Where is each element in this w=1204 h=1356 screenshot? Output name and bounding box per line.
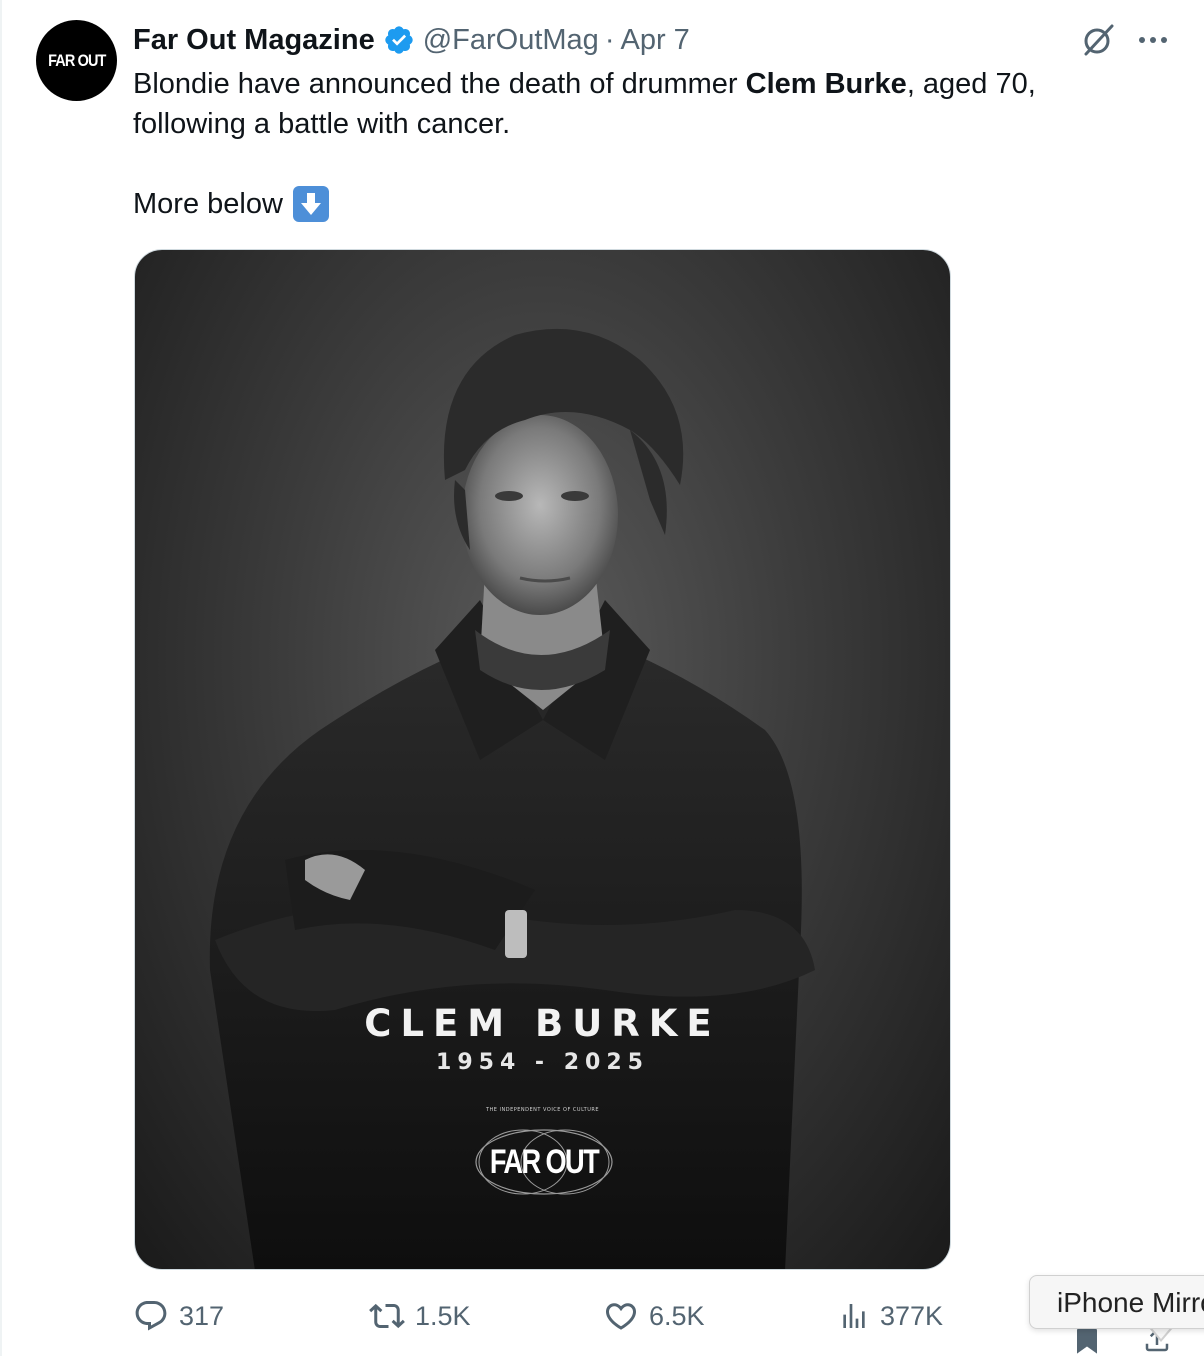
more-below-line: More below [133,184,329,224]
user-handle[interactable]: @FarOutMag [423,24,599,57]
avatar[interactable]: FAR OUT [36,20,117,101]
avatar-logo-text: FAR OUT [47,50,106,70]
separator-dot: · [604,23,615,56]
repost-button[interactable]: 1.5K [369,1294,471,1338]
views-count: 377K [880,1300,944,1331]
verified-badge-icon[interactable] [383,24,415,56]
tweet-header: Far Out Magazine @FarOutMag · Apr 7 [133,20,690,60]
tweet-date[interactable]: Apr 7 [620,24,689,57]
poster-years: 1954 - 2025 [436,1050,649,1075]
display-name[interactable]: Far Out Magazine [133,24,375,57]
reply-count: 317 [179,1300,225,1331]
tweet-media-image[interactable]: CLEM BURKE 1954 - 2025 THE INDEPENDENT V… [134,249,951,1270]
reply-icon [135,1301,167,1331]
down-arrow-emoji-icon [292,186,329,222]
tweet-text-part: Blondie have announced the death of drum… [133,68,746,100]
views-button[interactable]: 377K [838,1294,943,1338]
tweet-card[interactable]: FAR OUT Far Out Magazine @FarOutMag · Ap… [0,0,1204,1356]
poster-logo-text: FAR OUT [489,1142,600,1181]
portrait-photo [209,328,815,1269]
repost-icon [369,1303,405,1329]
bookmark-icon[interactable] [1072,1325,1102,1355]
repost-count: 1.5K [415,1300,471,1331]
views-icon [843,1304,865,1328]
tweet-text-bold: Clem Burke [745,68,907,100]
grok-icon[interactable] [1080,22,1116,58]
like-button[interactable]: 6.5K [603,1294,705,1338]
more-below-text: More below [133,188,283,220]
like-count: 6.5K [649,1300,705,1331]
poster-tagline: THE INDEPENDENT VOICE OF CULTURE [485,1107,600,1113]
far-out-logo: FAR OUT [473,1126,615,1198]
top-actions [1080,22,1168,58]
reply-button[interactable]: 317 [133,1294,224,1338]
more-options-icon[interactable] [1138,35,1168,45]
heart-icon [605,1303,637,1330]
poster-name: CLEM BURKE [364,1002,721,1045]
action-bar: 317 1.5K 6.5K 377K [133,1294,953,1338]
tweet-text: Blondie have announced the death of drum… [133,64,1133,144]
iphone-mirroring-tooltip: iPhone Mirroring [1029,1275,1204,1329]
